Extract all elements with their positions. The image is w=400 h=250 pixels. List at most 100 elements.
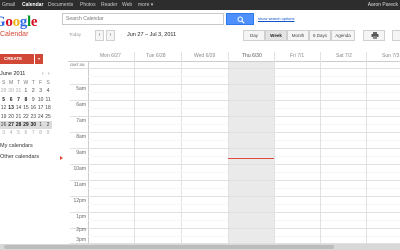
mini-day[interactable]: 9 [44,129,51,137]
day-header-tue[interactable]: Tue 6/28 [146,53,166,59]
mini-day[interactable]: 2 [30,87,37,95]
mini-day[interactable]: 17 [37,104,44,112]
mini-day[interactable]: 4 [7,129,14,137]
mini-day[interactable]: 23 [30,113,37,121]
half-hour-line [88,188,400,189]
timezone-label: GMT-08 [70,62,85,67]
mini-day[interactable]: 1 [36,120,45,130]
topbar-link-photos[interactable]: Photos [80,2,96,8]
mini-day[interactable]: 6 [7,96,14,104]
day-header-thu[interactable]: Thu 6/30 [242,53,262,59]
hour-label: 9am [76,150,86,156]
view-week-button[interactable]: Week [265,30,287,41]
mini-weekday: F [39,80,43,86]
mini-day[interactable]: 30 [29,120,37,130]
mini-day[interactable]: 3 [0,129,7,137]
mini-day[interactable]: 16 [30,104,37,112]
mini-day[interactable]: 29 [0,87,7,95]
mini-day[interactable]: 15 [22,104,29,112]
view-month-button[interactable]: Month [287,30,309,41]
hour-line [70,116,400,117]
user-name-link[interactable]: Aaron Pareck [368,2,398,8]
view-day-button[interactable]: Day [243,30,265,41]
search-button[interactable] [226,13,254,25]
mini-next-icon[interactable]: › [48,71,50,77]
mini-day[interactable]: 28 [14,120,23,130]
day-header-sat[interactable]: Sat 7/2 [336,53,352,59]
hour-line [70,100,400,101]
create-event-button[interactable]: CREATE [0,54,34,64]
mini-day[interactable]: 8 [22,96,29,104]
topbar-link-calendar[interactable]: Calendar [22,2,43,8]
mini-day[interactable]: 25 [44,113,51,121]
mini-day[interactable]: 24 [37,113,44,121]
topbar-link-gmail[interactable]: Gmail [2,2,15,8]
day-header-sun[interactable]: Sun 7/3 [382,53,399,59]
view-6days-button[interactable]: 6 Days [309,30,331,41]
mini-day[interactable]: 19 [0,113,7,121]
mini-day[interactable]: 5 [15,129,22,137]
current-time-marker-icon [60,156,63,160]
mini-day[interactable]: 8 [37,129,44,137]
logo-letter: g [19,14,28,30]
mini-day[interactable]: 18 [44,104,51,112]
mini-day[interactable]: 11 [44,96,51,104]
google-top-bar: Gmail Calendar Documents Photos Reader W… [0,0,400,10]
mini-day[interactable]: 29 [22,120,30,130]
mini-weekday: S [46,80,50,86]
mini-day[interactable]: 2 [44,120,52,130]
mini-day[interactable]: 26 [0,120,8,130]
view-agenda-button[interactable]: Agenda [331,30,355,41]
mini-prev-icon[interactable]: ‹ [42,71,44,77]
mini-day[interactable]: 21 [15,113,22,121]
mini-day[interactable]: 30 [7,87,14,95]
mini-week-row: 3 4 5 6 7 8 9 [0,129,52,137]
more-tools-button[interactable] [392,30,400,41]
topbar-link-web[interactable]: Web [122,2,132,8]
day-header-wed[interactable]: Wed 6/29 [194,53,215,59]
mini-day[interactable]: 9 [30,96,37,104]
prev-week-button[interactable]: ‹ [95,30,104,41]
google-logo[interactable]: Google [0,14,38,30]
mini-day[interactable]: 1 [22,87,29,95]
half-hour-line [88,92,400,93]
mini-day[interactable]: 4 [44,87,51,95]
print-button[interactable] [363,30,385,41]
search-input[interactable]: Search Calendar [62,13,224,25]
mini-calendar: S M T W T F S 29 30 31 1 2 3 4 5 6 7 8 9… [0,79,52,138]
mini-day[interactable]: 6 [22,129,29,137]
day-header-fri[interactable]: Fri 7/1 [290,53,304,59]
scrollbar-thumb[interactable] [4,245,334,249]
mini-day[interactable]: 3 [37,87,44,95]
today-button[interactable]: Today [64,30,86,41]
mini-day[interactable]: 7 [15,96,22,104]
mini-day[interactable]: 13 [7,104,14,112]
mini-day[interactable]: 31 [15,87,22,95]
show-search-options-link[interactable]: show search options [258,16,294,21]
mini-weekday: W [23,80,29,86]
mini-day[interactable]: 14 [15,104,22,112]
half-hour-line [88,76,400,77]
mini-day[interactable]: 20 [7,113,14,121]
mini-day[interactable]: 10 [37,96,44,104]
create-dropdown-button[interactable]: ▾ [35,54,43,64]
mini-day[interactable]: 22 [22,113,29,121]
mini-week-row: 5 6 7 8 9 10 11 [0,96,52,104]
hour-line [70,164,400,165]
hour-label: 3pm [76,237,86,243]
next-week-button[interactable]: › [106,30,115,41]
hour-label: 10am [73,166,86,172]
my-calendars-toggle[interactable]: My calendars [0,143,33,149]
topbar-link-more[interactable]: more ▾ [138,2,153,8]
topbar-link-documents[interactable]: Documents [48,2,73,8]
horizontal-scrollbar[interactable] [0,244,400,250]
topbar-link-reader[interactable]: Reader [101,2,117,8]
mini-week-row-current: 26 27 28 29 30 1 2 [0,120,52,130]
mini-day[interactable]: 7 [30,129,37,137]
hour-line [70,84,400,85]
mini-day[interactable]: 27 [7,120,15,130]
day-header-mon[interactable]: Mon 6/27 [100,53,121,59]
other-calendars-toggle[interactable]: Other calendars [0,154,39,160]
mini-day[interactable]: 12 [0,104,7,112]
mini-day[interactable]: 5 [0,96,7,104]
